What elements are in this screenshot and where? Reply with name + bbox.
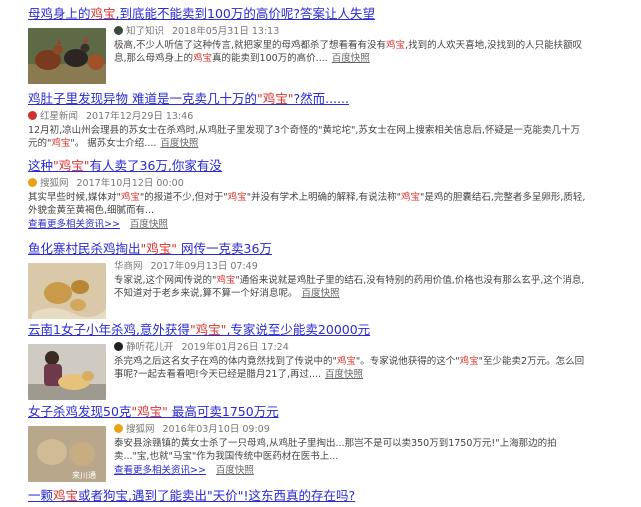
keyword-highlight: 鸡宝 bbox=[193, 53, 213, 65]
publish-date: 2017年12月29日 13:46 bbox=[86, 111, 194, 122]
keyword-highlight: 鸡宝 bbox=[90, 6, 116, 21]
title-text: 一颗 bbox=[28, 488, 54, 503]
title-text: 云南1女子小年杀鸡,意外获得 bbox=[28, 322, 190, 337]
result-item: 母鸡身上的鸡宝,到底能不能卖到100万的高价呢?答案让人失望 知了知识 2018… bbox=[28, 6, 588, 84]
result-meta: 搜狐网 2017年10月12日 00:00 bbox=[28, 177, 588, 190]
source-name: 华商网 bbox=[114, 261, 143, 272]
result-abstract: 杀完鸡之后这名女子在鸡的体内竟然找到了传说中的"鸡宝"。专家说他获得的这个"鸡宝… bbox=[114, 356, 585, 381]
result-item: 这种"鸡宝"有人卖了36万,你家有没 搜狐网 2017年10月12日 00:00 … bbox=[28, 158, 588, 232]
keyword-highlight: "鸡宝" bbox=[53, 158, 90, 173]
title-text: 或者狗宝,遇到了能卖出"天价"!这东西真的存在吗? bbox=[78, 488, 356, 503]
publish-date: 2018年05月31日 13:13 bbox=[172, 26, 280, 37]
keyword-highlight: "鸡宝" bbox=[140, 241, 178, 256]
title-text: 网传一克卖36万 bbox=[177, 241, 272, 256]
title-text: ,专家说至少能卖20000元 bbox=[226, 322, 371, 337]
publish-date: 2017年09月13日 07:49 bbox=[150, 261, 258, 272]
keyword-highlight: 鸡宝 bbox=[51, 138, 71, 150]
keyword-highlight: 鸡宝 bbox=[216, 275, 236, 286]
keyword-highlight: 鸡宝 bbox=[336, 356, 356, 367]
keyword-highlight: 鸡宝 bbox=[400, 192, 420, 203]
result-abstract: 其实早些时候,媒体对"鸡宝"的报道不少,但对于"鸡宝"并没有学术上明确的解释,有… bbox=[28, 192, 586, 217]
keyword-highlight: "鸡宝" bbox=[256, 91, 294, 106]
keyword-highlight: "鸡宝" bbox=[189, 322, 227, 337]
result-title[interactable]: 女子杀鸡发现50克"鸡宝" 最高可卖1750万元 bbox=[28, 404, 588, 420]
chickens-thumbnail[interactable] bbox=[28, 28, 106, 84]
keyword-highlight: 鸡宝 bbox=[227, 192, 247, 203]
hongxing-source-icon bbox=[28, 111, 37, 120]
source-name: 搜狐网 bbox=[126, 424, 155, 435]
publish-date: 2016年03月10日 09:09 bbox=[162, 424, 270, 435]
result-abstract: 专家说,这个网闻传说的"鸡宝"通俗来说就是鸡肚子里的结石,没有特别的药用价值,价… bbox=[114, 275, 585, 300]
result-title[interactable]: 鱼化寨村民杀鸡掏出"鸡宝" 网传一克卖36万 bbox=[28, 241, 588, 257]
keyword-highlight: 鸡宝 bbox=[386, 40, 406, 51]
result-abstract: 极高,不少人听信了这种传言,就把家里的母鸡都杀了想看看有没有鸡宝,找到的人欢天喜… bbox=[114, 40, 583, 65]
chicken-stones-thumbnail[interactable]: 来川通 bbox=[28, 426, 106, 482]
result-abstract: 泰安县涂赣镇的黄女士杀了一只母鸡,从鸡肚子里掏出...那岂不是可以卖350万到1… bbox=[114, 438, 557, 463]
result-meta: 红星新闻 2017年12月29日 13:46 bbox=[28, 110, 588, 123]
title-text: ?然而...... bbox=[293, 91, 349, 106]
title-text: 女子杀鸡发现50克 bbox=[28, 404, 132, 419]
result-title[interactable]: 一颗鸡宝或者狗宝,遇到了能卖出"天价"!这东西真的存在吗? bbox=[28, 488, 588, 504]
keyword-highlight: 鸡宝 bbox=[120, 192, 140, 203]
source-name: 红星新闻 bbox=[40, 111, 79, 122]
jingting-source-icon bbox=[114, 342, 123, 351]
search-results: 母鸡身上的鸡宝,到底能不能卖到100万的高价呢?答案让人失望 知了知识 2018… bbox=[0, 0, 641, 507]
result-abstract: 12月初,凉山州会理县的苏女士在杀鸡时,从鸡肚子里发现了3个奇怪的"黄坨坨",苏… bbox=[28, 125, 580, 150]
keyword-highlight: 鸡宝 bbox=[53, 488, 79, 503]
title-text: 这种 bbox=[28, 158, 54, 173]
cache-link[interactable]: 百度快照 bbox=[332, 53, 370, 64]
publish-date: 2017年10月12日 00:00 bbox=[76, 178, 184, 189]
result-item: 一颗鸡宝或者狗宝,遇到了能卖出"天价"!这东西真的存在吗? bbox=[28, 488, 588, 504]
source-name: 静听花儿开 bbox=[126, 342, 174, 353]
keyword-highlight: "鸡宝" bbox=[131, 404, 168, 419]
source-name: 搜狐网 bbox=[40, 178, 69, 189]
title-text: 有人卖了36万,你家有没 bbox=[89, 158, 222, 173]
cache-link[interactable]: 百度快照 bbox=[325, 369, 363, 380]
result-meta: 静听花儿开 2019年01月26日 17:24 bbox=[114, 341, 588, 354]
title-text: 母鸡身上的 bbox=[28, 6, 91, 21]
keyword-highlight: 鸡宝 bbox=[459, 356, 479, 367]
more-news-link[interactable]: 查看更多相关资讯>> bbox=[28, 219, 120, 230]
result-links: 查看更多相关资讯>> 百度快照 bbox=[114, 464, 588, 477]
result-title[interactable]: 母鸡身上的鸡宝,到底能不能卖到100万的高价呢?答案让人失望 bbox=[28, 6, 588, 22]
source-name: 知了知识 bbox=[126, 26, 165, 37]
result-title[interactable]: 鸡肚子里发现异物 难道是一克卖几十万的"鸡宝"?然而...... bbox=[28, 91, 588, 107]
publish-date: 2019年01月26日 17:24 bbox=[181, 342, 289, 353]
result-item: 鸡肚子里发现异物 难道是一克卖几十万的"鸡宝"?然而...... 红星新闻 201… bbox=[28, 91, 588, 150]
cache-link[interactable]: 百度快照 bbox=[216, 465, 254, 476]
title-text: 鸡肚子里发现异物 难道是一克卖几十万的 bbox=[28, 91, 257, 106]
title-text: 鱼化寨村民杀鸡掏出 bbox=[28, 241, 141, 256]
result-item: 云南1女子小年杀鸡,意外获得"鸡宝",专家说至少能卖20000元 静听花儿开 20… bbox=[28, 322, 588, 400]
result-meta: 华商网 2017年09月13日 07:49 bbox=[114, 260, 588, 273]
chicken-stone-thumbnail[interactable] bbox=[28, 263, 106, 319]
sohu-source-icon bbox=[114, 424, 123, 433]
title-text: ,到底能不能卖到100万的高价呢?答案让人失望 bbox=[115, 6, 375, 21]
result-item: 女子杀鸡发现50克"鸡宝" 最高可卖1750万元 来川通 搜狐网 2016年03月… bbox=[28, 404, 588, 482]
sohu-source-icon bbox=[28, 178, 37, 187]
result-meta: 搜狐网 2016年03月10日 09:09 bbox=[114, 423, 588, 436]
result-meta: 知了知识 2018年05月31日 13:13 bbox=[114, 25, 588, 38]
zhiliao-source-icon bbox=[114, 26, 123, 35]
cache-link[interactable]: 百度快照 bbox=[160, 138, 198, 149]
result-links: 查看更多相关资讯>> 百度快照 bbox=[28, 218, 588, 231]
more-news-link[interactable]: 查看更多相关资讯>> bbox=[114, 465, 206, 476]
cache-link[interactable]: 百度快照 bbox=[302, 288, 340, 299]
woman-with-chicken-thumbnail[interactable] bbox=[28, 344, 106, 400]
thumb-watermark: 来川通 bbox=[72, 470, 96, 480]
title-text: 最高可卖1750万元 bbox=[167, 404, 279, 419]
cache-link[interactable]: 百度快照 bbox=[130, 219, 168, 230]
result-title[interactable]: 云南1女子小年杀鸡,意外获得"鸡宝",专家说至少能卖20000元 bbox=[28, 322, 588, 338]
result-item: 鱼化寨村民杀鸡掏出"鸡宝" 网传一克卖36万 华商网 2017年09月13日 07… bbox=[28, 241, 588, 319]
result-title[interactable]: 这种"鸡宝"有人卖了36万,你家有没 bbox=[28, 158, 588, 174]
